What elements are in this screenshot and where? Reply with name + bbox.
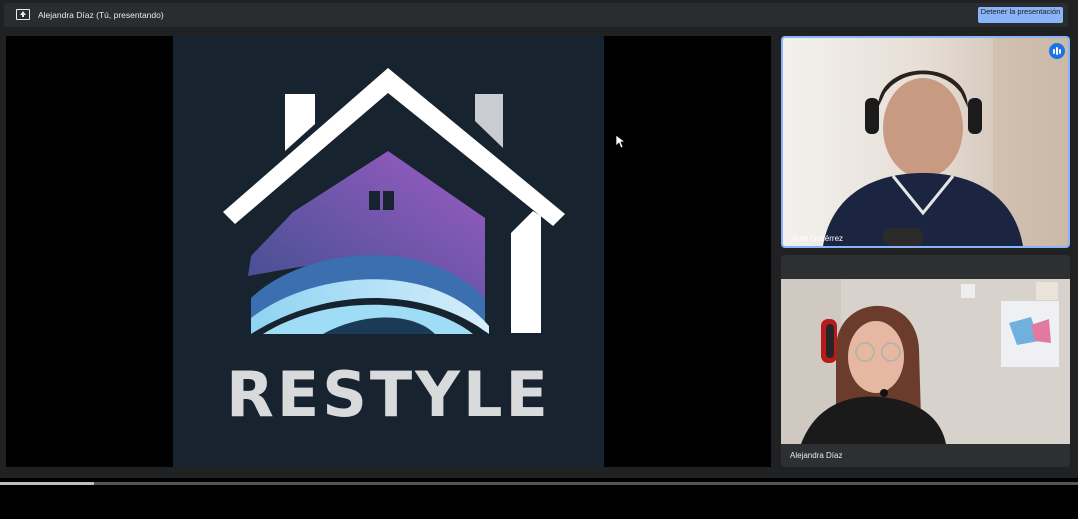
restyle-logo-slide: RESTYLE xyxy=(173,36,604,467)
stop-presenting-button[interactable]: Detener la presentación xyxy=(978,7,1063,23)
speaking-indicator-icon xyxy=(1049,43,1065,59)
present-to-all-icon xyxy=(16,9,30,20)
participant-name: Alejandra Díaz xyxy=(790,451,843,460)
video-progress-bar[interactable] xyxy=(0,482,1078,485)
shared-screen: RESTYLE xyxy=(6,36,771,467)
video-progress-fill xyxy=(0,482,94,485)
participant-video xyxy=(781,279,1070,444)
house-logo-icon xyxy=(223,68,565,334)
participant-tile-jose[interactable]: José Gutiérrez xyxy=(781,36,1070,248)
brand-name: RESTYLE xyxy=(226,358,551,431)
mouse-cursor-icon xyxy=(616,135,626,149)
participant-name: José Gutiérrez xyxy=(791,234,844,243)
meeting-stage: Alejandra Díaz (Tú, presentando) Detener… xyxy=(0,0,1078,478)
participant-tile-alejandra[interactable]: Alejandra Díaz xyxy=(781,255,1070,467)
presentation-bar: Alejandra Díaz (Tú, presentando) Detener… xyxy=(4,3,1068,27)
presenter-label: Alejandra Díaz (Tú, presentando) xyxy=(38,10,164,20)
participant-video xyxy=(783,38,1068,246)
